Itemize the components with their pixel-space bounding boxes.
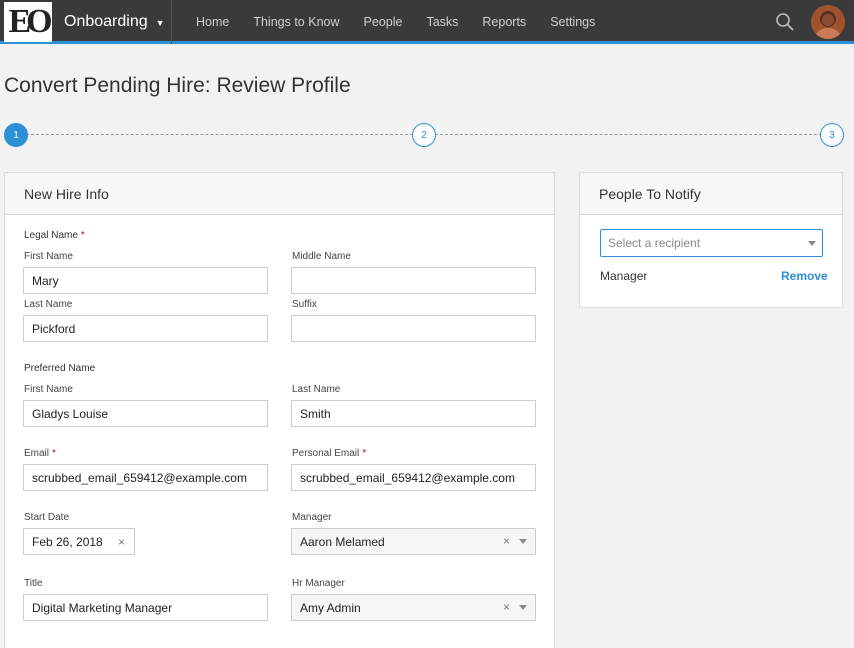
user-avatar[interactable]	[811, 5, 845, 39]
last-name-label: Last Name	[24, 299, 73, 310]
start-date-label: Start Date	[24, 512, 70, 523]
personal-email-label: Personal Email *	[292, 448, 367, 459]
app-switcher[interactable]: Onboarding ▼	[56, 0, 172, 44]
first-name-input[interactable]: Mary	[23, 267, 268, 294]
app-name: Onboarding	[64, 13, 148, 30]
preferred-first-name-input[interactable]: Gladys Louise	[23, 400, 268, 427]
first-name-label: First Name	[24, 251, 73, 262]
dropdown-arrow-icon[interactable]	[808, 241, 816, 246]
hr-manager-select[interactable]: Amy Admin	[291, 594, 536, 621]
email-input[interactable]: scrubbed_email_659412@example.com	[23, 464, 268, 491]
manager-select[interactable]: Aaron Melamed	[291, 528, 536, 555]
preferred-last-name-input[interactable]: Smith	[291, 400, 536, 427]
email-label: Email *	[24, 448, 56, 459]
step-1[interactable]: 1	[4, 123, 28, 147]
clear-start-date-icon[interactable]: ×	[118, 535, 125, 549]
personal-email-input[interactable]: scrubbed_email_659412@example.com	[291, 464, 536, 491]
people-to-notify-heading: People To Notify	[580, 173, 842, 215]
required-marker: *	[80, 230, 85, 241]
title-label: Title	[24, 578, 43, 589]
middle-name-label: Middle Name	[292, 251, 351, 262]
recipient-name: Manager	[600, 269, 648, 283]
preferred-last-name-label: Last Name	[292, 384, 341, 395]
nav-tasks[interactable]: Tasks	[414, 15, 470, 29]
dropdown-arrow-icon[interactable]	[519, 605, 527, 610]
hr-manager-label: Hr Manager	[292, 578, 345, 589]
clear-hr-manager-icon[interactable]: ×	[503, 600, 510, 614]
new-hire-info-panel: New Hire Info Legal Name * First Name Mar…	[4, 172, 555, 648]
people-to-notify-panel: People To Notify Select a recipient Mana…	[579, 172, 843, 308]
title-input[interactable]: Digital Marketing Manager	[23, 594, 268, 621]
legal-name-label: Legal Name *	[24, 230, 85, 241]
caret-down-icon: ▼	[155, 18, 165, 28]
suffix-input[interactable]	[291, 315, 536, 342]
last-name-input[interactable]: Pickford	[23, 315, 268, 342]
company-logo[interactable]: EO	[4, 2, 53, 42]
remove-recipient-link[interactable]: Remove	[781, 269, 828, 283]
middle-name-input[interactable]	[291, 267, 536, 294]
search-icon[interactable]	[775, 12, 795, 32]
nav-things-to-know[interactable]: Things to Know	[241, 15, 351, 29]
preferred-name-label: Preferred Name	[24, 363, 96, 374]
recipient-placeholder: Select a recipient	[608, 236, 701, 250]
dropdown-arrow-icon[interactable]	[519, 539, 527, 544]
step-2[interactable]: 2	[412, 123, 436, 147]
required-marker: *	[362, 448, 367, 459]
nav-people[interactable]: People	[352, 15, 415, 29]
nav-settings[interactable]: Settings	[538, 15, 607, 29]
main-nav: Home Things to Know People Tasks Reports…	[184, 0, 607, 44]
step-3[interactable]: 3	[820, 123, 844, 147]
new-hire-info-heading: New Hire Info	[5, 173, 554, 215]
preferred-first-name-label: First Name	[24, 384, 73, 395]
recipient-select[interactable]: Select a recipient	[600, 229, 823, 257]
page-title: Convert Pending Hire: Review Profile	[4, 74, 351, 97]
nav-home[interactable]: Home	[184, 15, 241, 29]
suffix-label: Suffix	[292, 299, 317, 310]
clear-manager-icon[interactable]: ×	[503, 534, 510, 548]
required-marker: *	[52, 448, 56, 459]
progress-stepper: 1 2 3	[4, 123, 844, 147]
manager-label: Manager	[292, 512, 332, 523]
nav-reports[interactable]: Reports	[470, 15, 538, 29]
top-navbar: EO Onboarding ▼ Home Things to Know Peop…	[0, 0, 854, 44]
